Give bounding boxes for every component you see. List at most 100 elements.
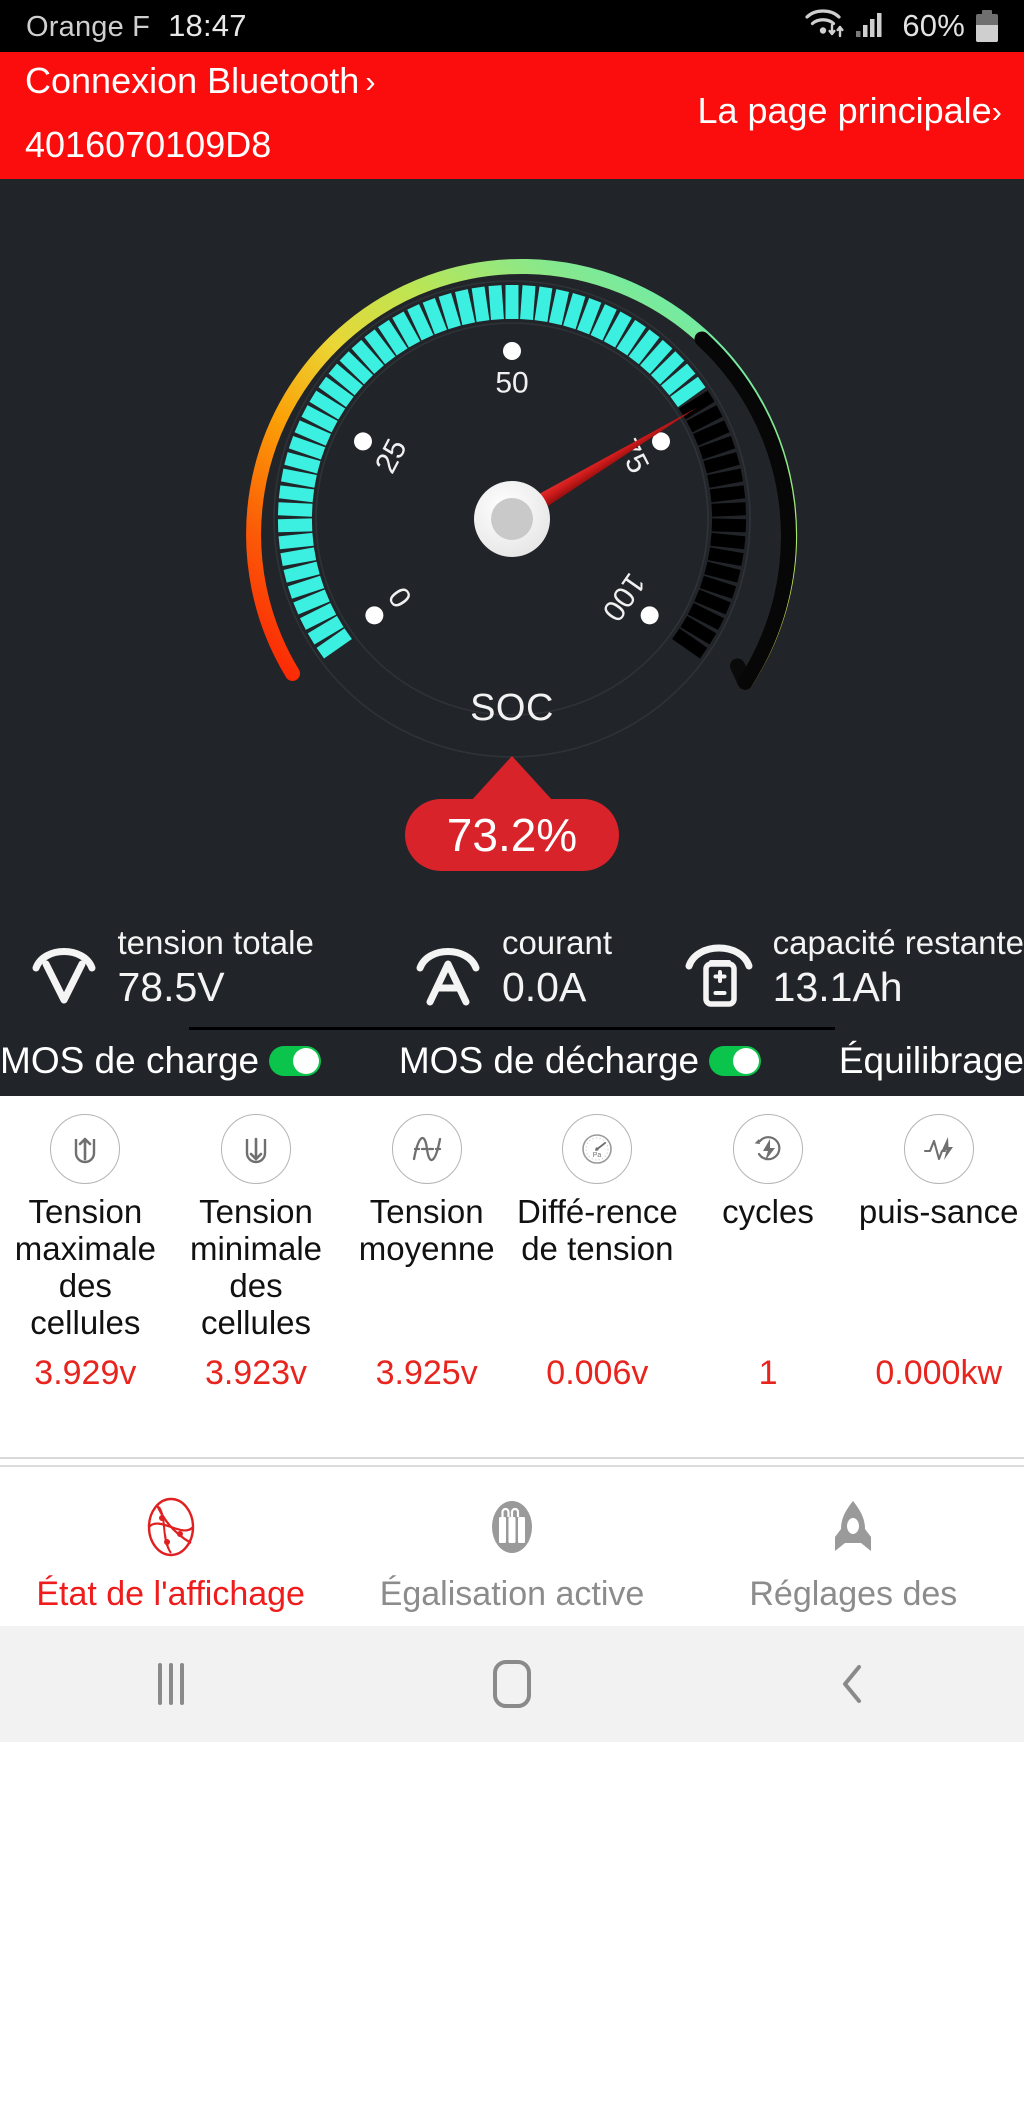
tab-active-balancing[interactable]: Égalisation active <box>341 1493 682 1614</box>
gauge-tick <box>577 297 602 335</box>
cycle-icon <box>733 1113 804 1184</box>
nav-home-button[interactable] <box>341 1659 682 1708</box>
stat-cycles-value: 1 <box>758 1353 778 1392</box>
svg-text:Pa: Pa <box>593 1152 602 1159</box>
stat-cycles-label: cycles <box>722 1192 814 1230</box>
wifi-icon <box>804 5 848 47</box>
soc-gauge: 0255075100 <box>246 259 798 758</box>
stat-cell-min-voltage: Tension minimale des cellules 3.923v <box>171 1113 342 1393</box>
tab-settings[interactable]: Réglages des <box>683 1493 1024 1614</box>
metrics-row: tension totale 78.5V courant 0.0A capaci… <box>0 919 1024 1027</box>
gauge-tick <box>711 502 747 517</box>
metric-current: courant 0.0A <box>341 925 682 1009</box>
carrier-label: Orange F <box>26 11 151 43</box>
metric-current-value: 0.0A <box>501 963 587 1010</box>
gauge-tick <box>471 286 490 323</box>
stat-power-value: 0.000kw <box>875 1353 1003 1392</box>
chevron-right-icon: › <box>991 93 1002 129</box>
nav-back-button[interactable] <box>683 1659 1024 1709</box>
metric-remaining-capacity-value: 13.1Ah <box>772 963 903 1010</box>
main-page-label: La page principale <box>697 90 992 131</box>
gauge-tick <box>277 518 313 533</box>
tab-display-state[interactable]: État de l'affichage <box>0 1493 341 1614</box>
settings-rocket-icon <box>835 1500 872 1551</box>
clock-label: 18:47 <box>168 8 247 43</box>
gauge-tick <box>707 547 744 567</box>
stat-cell-max-voltage: Tension maximale des cellules 3.929v <box>0 1113 171 1393</box>
metrics-divider-wrap <box>0 1026 1024 1030</box>
mos-discharge-item[interactable]: MOS de décharge <box>399 1040 762 1082</box>
gauge-tick <box>703 452 740 474</box>
gauge-tick <box>293 589 330 615</box>
gauge-tick <box>704 561 741 583</box>
gauge-tick-dot <box>503 342 521 360</box>
voltage-up-icon <box>50 1113 121 1184</box>
gauge-tick <box>283 561 320 583</box>
power-pulse-icon <box>903 1113 974 1184</box>
battery-icon <box>976 10 998 42</box>
status-bar-left: Orange F 18:47 <box>26 8 247 44</box>
stat-voltage-difference-label: Diffé-rence de tension <box>516 1192 678 1267</box>
balancing-item[interactable]: Équilibrage <box>839 1040 1024 1082</box>
soc-gauge-panel: 0 25 50 75 100 SOC 73.2% <box>0 179 1024 919</box>
gauge-tick-dot <box>640 606 659 625</box>
gauge-tick <box>278 485 315 503</box>
metric-current-text: courant 0.0A <box>502 925 612 1009</box>
balancing-label: Équilibrage <box>838 1039 1024 1081</box>
stat-cell-avg-voltage: Tension moyenne 3.925v <box>341 1113 512 1393</box>
gauge-tick <box>711 518 747 533</box>
mos-discharge-toggle[interactable] <box>709 1045 762 1076</box>
gauge-tick <box>707 468 744 488</box>
voltmeter-icon <box>32 947 95 1004</box>
bottom-tab-bar: État de l'affichage Égalisation active R… <box>0 1466 1024 1626</box>
mos-charge-label: MOS de charge <box>0 1039 260 1081</box>
mos-charge-item[interactable]: MOS de charge <box>0 1039 322 1082</box>
status-bar-right: 60% <box>804 5 998 47</box>
gauge-tick-dot <box>365 606 384 625</box>
gauge-tick <box>534 286 553 323</box>
voltage-average-icon <box>391 1113 462 1184</box>
metric-total-voltage-text: tension totale 78.5V <box>118 925 314 1009</box>
cell-stats-section: Tension maximale des cellules 3.929v Ten… <box>0 1095 1024 1393</box>
back-icon <box>843 1664 862 1703</box>
tabbar-top-rule <box>0 1456 1024 1459</box>
stat-cell-avg-voltage-value: 3.925v <box>375 1353 478 1392</box>
stat-voltage-difference-value: 0.006v <box>546 1353 649 1392</box>
voltage-down-icon <box>221 1113 291 1184</box>
device-id-label: 4016070109D8 <box>25 124 272 165</box>
tab-active-balancing-label: Égalisation active <box>379 1574 645 1613</box>
app-header: Connexion Bluetooth › 4016070109D8 La pa… <box>0 52 1024 179</box>
nav-recents-button[interactable] <box>0 1662 341 1705</box>
stat-power-label: puis-sance <box>858 1192 1019 1230</box>
stat-cycles: cycles 1 <box>683 1113 854 1393</box>
gauge-tick <box>288 436 326 460</box>
gauge-tick <box>294 420 331 446</box>
stat-voltage-difference: Pa Diffé-rence de tension 0.006v <box>512 1113 683 1393</box>
bluetooth-connection-label: Connexion Bluetooth <box>25 60 360 101</box>
gauge-tick-label: 25 <box>369 434 414 479</box>
gauge-tick <box>278 532 314 550</box>
bluetooth-connection-link[interactable]: Connexion Bluetooth › <box>25 60 376 102</box>
gauge-hub-inner <box>491 498 533 540</box>
pressure-gauge-icon: Pa <box>562 1113 633 1184</box>
soc-value-badge: 73.2% <box>405 799 619 871</box>
android-nav-bar <box>0 1625 1024 1742</box>
tab-settings-label: Réglages des <box>749 1574 958 1613</box>
metric-total-voltage-value: 78.5V <box>117 963 225 1010</box>
app-root: Orange F 18:47 60% Connexion Bluetooth ›… <box>0 0 1024 2105</box>
stat-cell-min-voltage-label: Tension minimale des cellules <box>189 1192 323 1341</box>
gauge-tick <box>280 547 317 567</box>
mos-charge-toggle[interactable] <box>269 1045 322 1076</box>
gauge-tick <box>422 297 447 335</box>
divider <box>189 1026 835 1030</box>
gauge-tick <box>710 532 746 550</box>
metric-remaining-capacity: capacité restante 13.1Ah <box>683 925 1024 1009</box>
metric-remaining-capacity-text: capacité restante 13.1Ah <box>773 925 1024 1009</box>
main-page-link[interactable]: La page principale › <box>697 90 1002 132</box>
tab-display-state-label: État de l'affichage <box>36 1574 305 1613</box>
gauge-tick-label: 0 <box>382 581 419 614</box>
battery-percent-label: 60% <box>902 8 965 43</box>
gauge-tick <box>455 289 476 326</box>
signal-bars-icon <box>855 6 887 46</box>
stat-cell-max-voltage-value: 3.929v <box>34 1353 137 1392</box>
